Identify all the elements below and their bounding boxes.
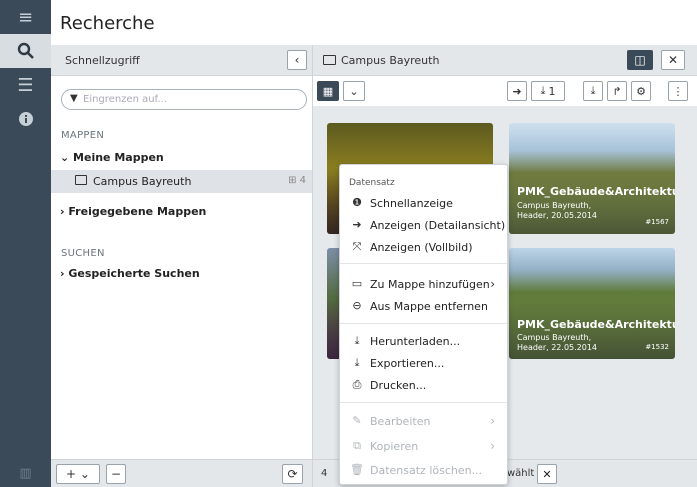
minus-circle-icon: ⊖ [352, 299, 362, 312]
quick-access-footer: + ⌄ − ⟳ [51, 459, 312, 487]
export-icon: ⤓ [354, 356, 360, 369]
collapse-panel-button[interactable]: ‹ [287, 50, 307, 70]
arrow-right-circle-icon: ➜ [352, 218, 362, 231]
menu-separator [340, 263, 507, 264]
menu-separator [340, 402, 507, 403]
tree-item-label: Campus Bayreuth [93, 175, 192, 188]
folder-view-header: Campus Bayreuth ◫ ✕ [313, 45, 697, 76]
filter-icon: ▼ [70, 93, 78, 104]
search-icon[interactable] [0, 34, 51, 68]
grid-view-button[interactable]: ▦ [317, 81, 339, 101]
record-context-menu: Datensatz ❶ Schnellanzeige ➜ Anzeigen (D… [339, 164, 508, 485]
record-count: 4 [321, 468, 328, 479]
menu-item-fullscreen[interactable]: ⤧ Anzeigen (Vollbild) [340, 237, 507, 258]
tree-saved-searches-label: Gespeicherte Suchen [68, 267, 200, 280]
app-rail: ≡ ☰ ▥ [0, 0, 51, 487]
clear-selection-button[interactable]: ✕ [537, 464, 557, 484]
print-icon: ⎙ [352, 378, 362, 391]
menu-separator [340, 323, 507, 324]
tree-my-folders[interactable]: ⌄ Meine Mappen [60, 151, 164, 164]
view-options-dropdown[interactable]: ⌄ [343, 81, 365, 101]
top-header: Recherche [51, 0, 697, 45]
record-subtitle: Campus Bayreuth, [517, 333, 592, 342]
menu-icon[interactable]: ≡ [0, 0, 51, 34]
download-button[interactable]: ⤓ [583, 81, 603, 101]
record-subtitle: Campus Bayreuth, [517, 201, 592, 210]
context-menu-header: Datensatz [349, 178, 395, 188]
tree-shared-folders[interactable]: › Freigegebene Mappen [60, 205, 206, 218]
section-search-label: SUCHEN [61, 248, 105, 259]
folder-view-title: Campus Bayreuth [341, 54, 440, 67]
menu-item-delete-record: 🗑 Datensatz löschen... [350, 463, 483, 477]
more-button[interactable]: ⋮ [668, 81, 688, 101]
info-icon[interactable] [0, 102, 51, 136]
info-icon: ❶ [352, 196, 362, 209]
folder-open-icon: ▭ [351, 277, 363, 290]
trash-icon: 🗑 [350, 463, 364, 476]
refresh-button[interactable]: ⟳ [282, 464, 303, 484]
menu-item-print[interactable]: ⎙ Drucken... [340, 375, 507, 396]
fullscreen-icon: ⤧ [352, 240, 362, 253]
menu-item-copy: ⧉ Kopieren › [340, 436, 507, 457]
menu-item-edit: ✎ Bearbeiten › [340, 411, 507, 432]
app-logo-icon: ▥ [19, 466, 32, 481]
chevron-down-icon: ⌄ [60, 151, 74, 164]
chevron-right-icon: › [490, 277, 495, 291]
menu-item-download[interactable]: ⤓ Herunterladen... [340, 331, 507, 352]
record-subtitle: Header, 20.05.2014 [517, 211, 598, 220]
folder-item-count: ⊞ 4 [288, 175, 306, 186]
settings-button[interactable]: ⚙ [631, 81, 651, 101]
chevron-right-icon: › [490, 439, 495, 453]
record-title: PMK_Gebäude&Architektur [517, 185, 675, 198]
quick-access-title: Schnellzugriff [65, 54, 140, 67]
record-card[interactable]: PMK_Gebäude&Architektur Campus Bayreuth,… [509, 123, 675, 234]
quick-access-panel: Schnellzugriff ‹ ▼ Eingrenzen auf... MAP… [51, 45, 313, 487]
record-id: #1532 [645, 343, 669, 351]
folder-icon [323, 55, 336, 65]
filter-placeholder: Eingrenzen auf... [83, 94, 167, 105]
record-title: PMK_Gebäude&Architektur [517, 318, 675, 331]
menu-item-export[interactable]: ⤓ Exportieren... [340, 353, 507, 374]
list-icon[interactable]: ☰ [0, 68, 51, 102]
chevron-right-icon: › [490, 414, 495, 428]
download-selected-button[interactable]: ⤓ 1 [531, 81, 565, 101]
tree-item-campus-bayreuth[interactable]: Campus Bayreuth ⊞ 4 [51, 170, 312, 193]
tree-shared-folders-label: Freigegebene Mappen [68, 205, 207, 218]
menu-item-detail-view[interactable]: ➜ Anzeigen (Detailansicht) [340, 215, 507, 236]
tree-saved-searches[interactable]: › Gespeicherte Suchen [60, 267, 200, 280]
record-subtitle: Header, 22.05.2014 [517, 343, 598, 352]
split-view-button[interactable]: ◫ [627, 50, 653, 70]
quick-access-header: Schnellzugriff ‹ [51, 45, 312, 76]
record-card[interactable]: PMK_Gebäude&Architektur Campus Bayreuth,… [509, 248, 675, 359]
menu-item-add-to-folder[interactable]: ▭ Zu Mappe hinzufügen › [340, 274, 507, 295]
selection-status: wählt [507, 468, 535, 479]
open-detail-button[interactable]: ➜ [507, 81, 527, 101]
folder-icon [75, 175, 87, 185]
filter-input[interactable]: ▼ Eingrenzen auf... [61, 89, 307, 110]
add-dropdown-button[interactable]: + ⌄ [56, 464, 100, 484]
folder-view-toolbar: ▦ ⌄ ➜ ⤓ 1 ⤓ ↱ ⚙ ⋮ [313, 76, 697, 106]
menu-item-quick-view[interactable]: ❶ Schnellanzeige [340, 193, 507, 214]
close-panel-button[interactable]: ✕ [661, 50, 685, 70]
menu-item-remove-from-folder[interactable]: ⊖ Aus Mappe entfernen [340, 296, 507, 317]
page-title: Recherche [60, 13, 155, 34]
tree-my-folders-label: Meine Mappen [73, 151, 164, 164]
section-folders-label: MAPPEN [61, 130, 105, 141]
share-button[interactable]: ↱ [607, 81, 627, 101]
record-id: #1567 [645, 218, 669, 226]
pencil-icon: ✎ [352, 414, 362, 427]
remove-button[interactable]: − [106, 464, 126, 484]
copy-icon: ⧉ [353, 439, 361, 452]
download-icon: ⤓ [354, 334, 360, 347]
